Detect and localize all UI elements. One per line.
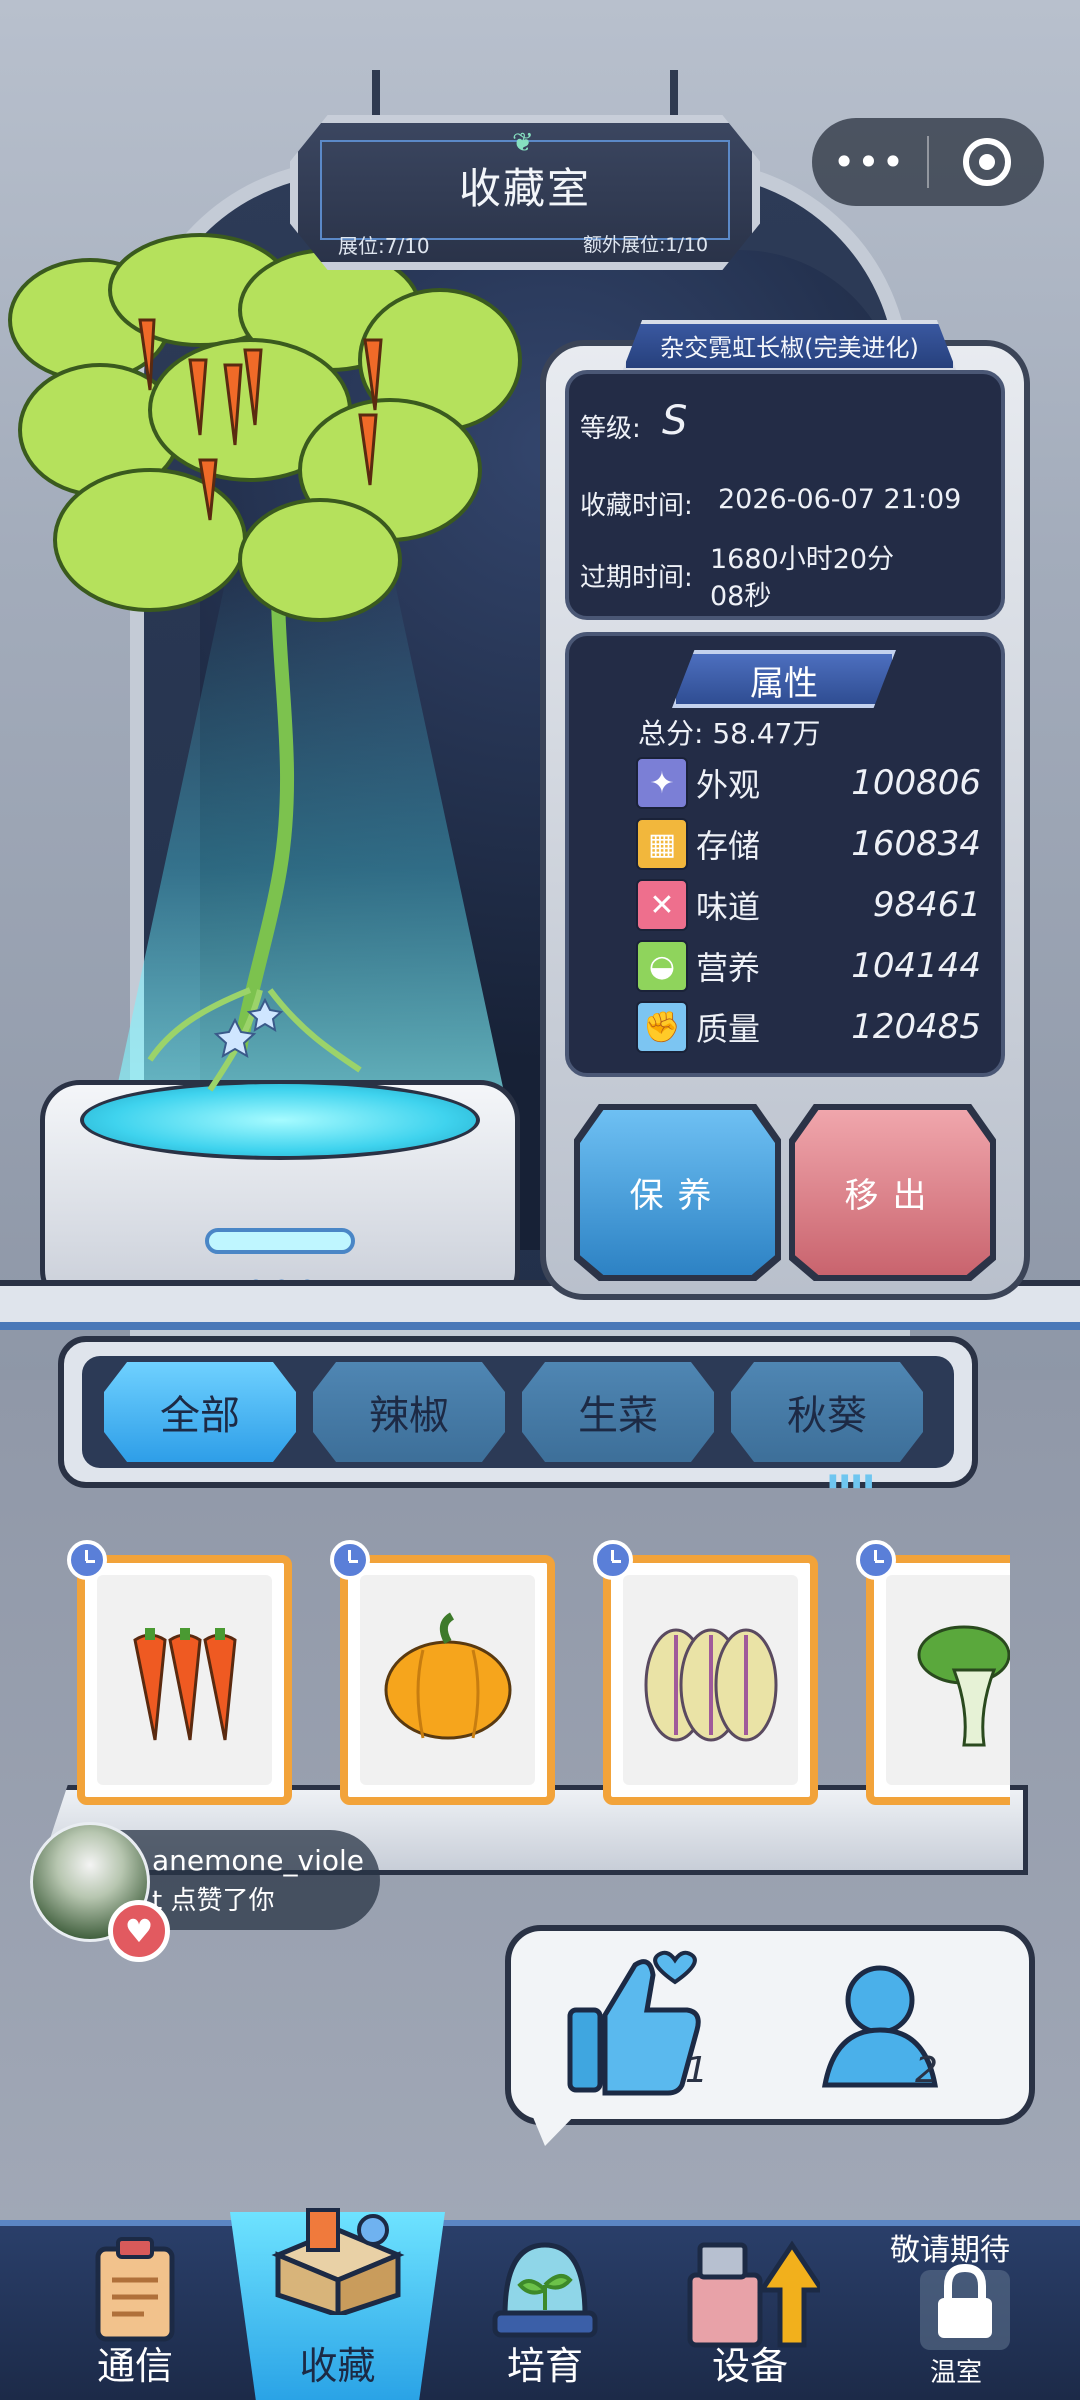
collect-time-value: 2026-06-07 21:09 (718, 484, 962, 515)
sparkle-icon: ✦ (636, 757, 688, 809)
attribute-name: 外观 (696, 766, 761, 804)
attribute-value: 120485 (851, 1007, 981, 1047)
nav-item-communication[interactable]: 通信 (60, 2225, 210, 2400)
tab-chili[interactable]: 辣椒 (313, 1362, 505, 1462)
utensils-icon: ✕ (636, 879, 688, 931)
attribute-name: 质量 (696, 1010, 761, 1048)
sprout-dome-icon (492, 2242, 598, 2338)
maintain-button[interactable]: 保养 (580, 1110, 775, 1275)
clock-icon (593, 1540, 633, 1580)
card-image (360, 1575, 535, 1785)
clipboard-icon (95, 2237, 175, 2342)
remove-button[interactable]: 移出 (795, 1110, 990, 1275)
card-image (623, 1575, 798, 1785)
collection-card[interactable] (866, 1555, 1010, 1805)
open-box-icon (271, 2208, 404, 2315)
collection-card[interactable] (77, 1555, 292, 1805)
bowl-icon: ◒ (636, 940, 688, 992)
visitor-count: 2 (915, 2050, 938, 2091)
target-circle-icon (962, 138, 1011, 186)
card-image (97, 1575, 272, 1785)
tab-okra[interactable]: 秋葵 (731, 1362, 923, 1462)
melon-icon (644, 1628, 777, 1742)
collection-card[interactable] (603, 1555, 818, 1805)
clock-icon (330, 1540, 370, 1580)
notification-username: anemone_viole (152, 1844, 364, 1877)
attribute-value: 100806 (851, 763, 981, 803)
nav-label-greenhouse: 温室 (930, 2358, 983, 2388)
nav-label: 设备 (711, 2344, 788, 2388)
attribute-value: 160834 (851, 824, 981, 864)
attribute-row-nutrition: ◒ 营养 104144 (636, 940, 981, 992)
grade-value: S (662, 398, 688, 444)
clock-icon (67, 1540, 107, 1580)
nav-label: 培育 (506, 2344, 583, 2388)
extra-slot-count: 额外展位:1/10 (583, 234, 709, 256)
nav-label: 收藏 (299, 2344, 376, 2388)
notification-action: t 点赞了你 (152, 1886, 275, 1916)
miniprogram-capsule: ••• (812, 118, 1044, 206)
clock-icon (856, 1540, 896, 1580)
collect-time-label: 收藏时间: (580, 491, 693, 521)
more-dots-icon[interactable]: ••• (812, 140, 927, 184)
sign-hanger-right (670, 70, 678, 120)
card-image (886, 1575, 1010, 1785)
expire-label: 过期时间: (580, 563, 693, 593)
lettuce-icon (917, 1625, 1010, 1747)
collection-card[interactable] (340, 1555, 555, 1805)
attribute-row-taste: ✕ 味道 98461 (636, 879, 981, 931)
box-icon: ▦ (636, 818, 688, 870)
tab-all[interactable]: 全部 (104, 1362, 296, 1462)
attributes-total: 总分: 58.47万 (638, 717, 821, 750)
attribute-name: 味道 (696, 888, 761, 926)
close-button[interactable] (929, 138, 1044, 186)
pedestal-light (205, 1228, 355, 1254)
attribute-value: 104144 (851, 946, 981, 986)
nav-item-equipment[interactable]: 设备 (675, 2225, 825, 2400)
coming-soon-label: 敬请期待 (890, 2233, 1010, 2268)
attribute-name: 存储 (696, 827, 761, 865)
tab-lettuce[interactable]: 生菜 (522, 1362, 714, 1462)
pepper-plant-image[interactable] (0, 230, 580, 1130)
muscle-icon: ✊ (636, 1001, 688, 1053)
collection-list (0, 1540, 1010, 1810)
sign-hanger-left (372, 70, 380, 120)
item-name: 杂交霓虹长椒(完美进化) (660, 334, 919, 362)
nav-item-breeding[interactable]: 培育 (470, 2225, 620, 2400)
attribute-row-storage: ▦ 存储 160834 (636, 818, 981, 870)
slot-count: 展位:7/10 (338, 234, 430, 258)
grade-label: 等级: (580, 414, 641, 444)
attribute-value: 98461 (872, 885, 981, 925)
attributes-title: 属性 (750, 664, 818, 704)
expire-value-line2: 08秒 (710, 581, 772, 612)
sprout-icon: ❦ (512, 128, 534, 158)
chili-peppers-icon (132, 1628, 237, 1741)
pumpkin-icon (384, 1612, 511, 1740)
nav-item-collection[interactable]: 收藏 (245, 2208, 430, 2400)
nav-label: 通信 (96, 2344, 173, 2388)
tabbar-decoration: ▮▮▮▮ (828, 1470, 876, 1491)
page-title: 收藏室 (458, 164, 591, 213)
attribute-name: 营养 (696, 949, 761, 987)
expire-value-line1: 1680小时20分 (710, 544, 895, 575)
attribute-row-appearance: ✦ 外观 100806 (636, 757, 981, 809)
like-count: 1 (685, 2050, 708, 2091)
attribute-row-quality: ✊ 质量 120485 (636, 1001, 981, 1053)
